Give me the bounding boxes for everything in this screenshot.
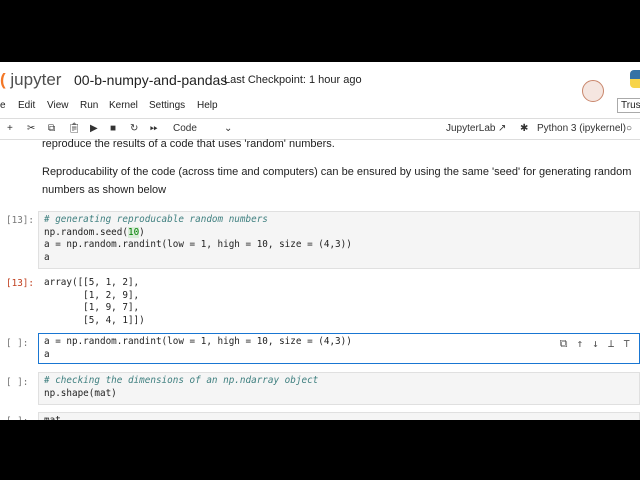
- cell-type-select[interactable]: Code: [173, 123, 197, 134]
- restart-icon[interactable]: ↻: [130, 123, 138, 134]
- markdown-text: Reproducability of the code (across time…: [42, 166, 632, 196]
- cell-prompt: [13]:: [6, 215, 34, 226]
- stop-icon[interactable]: ■: [110, 123, 116, 134]
- logo-text: jupyter: [10, 70, 62, 89]
- markdown-text: reproduce the results of a code that use…: [42, 138, 335, 150]
- code-line: a = np.random.randint(low = 1, high = 10…: [44, 336, 352, 347]
- code-line: a = np.random.randint(low = 1, high = 10…: [44, 239, 352, 250]
- menu-run[interactable]: Run: [80, 100, 98, 111]
- notebook-title[interactable]: 00-b-numpy-and-pandas: [74, 72, 227, 88]
- code-line: np.random.seed(10): [44, 226, 145, 238]
- duplicate-icon[interactable]: ⧉: [560, 337, 568, 350]
- insert-below-icon[interactable]: ⊤: [623, 337, 630, 350]
- copy-icon[interactable]: ⧉: [48, 123, 55, 134]
- debug-icon[interactable]: ✱: [520, 123, 528, 134]
- cell-toolbar: ⧉ ↑ ↓ ⊥ ⊤: [560, 337, 639, 351]
- code-cell[interactable]: # checking the dimensions of an np.ndarr…: [38, 372, 640, 405]
- code-cell[interactable]: mat: [38, 412, 640, 420]
- cell-output: array([[5, 1, 2], [1, 2, 9], [1, 9, 7], …: [44, 277, 145, 326]
- paste-icon[interactable]: 📋︎: [68, 123, 81, 134]
- menu-bar: e Edit View Run Kernel Settings Help Tru…: [0, 98, 640, 116]
- menu-edit[interactable]: Edit: [18, 100, 35, 111]
- trust-button[interactable]: Trust: [617, 98, 640, 113]
- cell-prompt: [ ]:: [6, 338, 29, 349]
- chevron-down-icon[interactable]: ⌄: [224, 123, 232, 134]
- menu-settings[interactable]: Settings: [149, 100, 185, 111]
- kernel-name[interactable]: Python 3 (ipykernel): [537, 123, 626, 134]
- jupyter-logo[interactable]: ( jupyter: [0, 70, 61, 90]
- menu-view[interactable]: View: [47, 100, 69, 111]
- cell-prompt: [ ]:: [6, 377, 29, 388]
- run-icon[interactable]: ▶: [90, 123, 98, 134]
- python-logo-icon: [630, 70, 640, 88]
- kernel-status-icon: ○: [626, 123, 633, 134]
- cut-icon[interactable]: ✂: [27, 123, 35, 134]
- add-cell-icon[interactable]: +: [7, 123, 13, 134]
- header: ( jupyter 00-b-numpy-and-pandas Last Che…: [0, 62, 640, 102]
- code-line: np.shape(mat): [44, 387, 117, 399]
- code-comment: # generating reproducable random numbers: [44, 214, 268, 225]
- menu-kernel[interactable]: Kernel: [109, 100, 138, 111]
- menu-file[interactable]: e: [0, 100, 6, 111]
- output-prompt: [13]:: [6, 278, 34, 289]
- move-down-icon[interactable]: ↓: [592, 337, 599, 350]
- jupyterlab-link[interactable]: JupyterLab: [446, 123, 495, 134]
- move-up-icon[interactable]: ↑: [577, 337, 584, 350]
- code-line: a: [44, 348, 50, 360]
- code-line: mat: [44, 415, 61, 420]
- cell-prompt: [ ]:: [6, 416, 28, 420]
- fast-forward-icon[interactable]: ⏩︎: [150, 123, 158, 134]
- jupyter-notebook-window: ( jupyter 00-b-numpy-and-pandas Last Che…: [0, 62, 640, 420]
- code-line: a: [44, 251, 50, 263]
- menu-help[interactable]: Help: [197, 100, 218, 111]
- external-link-icon: ↗: [498, 123, 507, 134]
- checkpoint-status: Last Checkpoint: 1 hour ago: [224, 74, 362, 86]
- active-code-cell[interactable]: a = np.random.randint(low = 1, high = 10…: [38, 333, 640, 364]
- code-cell[interactable]: # generating reproducable random numbers…: [38, 211, 640, 269]
- code-comment: # checking the dimensions of an np.ndarr…: [44, 375, 319, 386]
- insert-above-icon[interactable]: ⊥: [608, 337, 615, 350]
